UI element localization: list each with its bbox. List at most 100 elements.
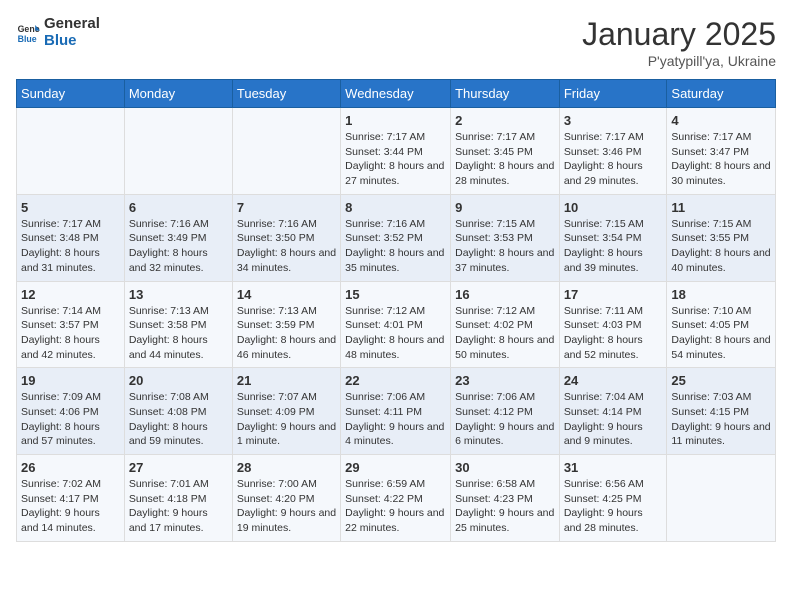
logo-blue: Blue xyxy=(44,33,100,50)
day-number: 24 xyxy=(564,373,663,388)
day-number: 12 xyxy=(21,287,120,302)
day-info: Sunrise: 7:17 AMSunset: 3:44 PMDaylight:… xyxy=(345,130,446,189)
day-number: 30 xyxy=(455,460,555,475)
day-cell: 4 Sunrise: 7:17 AMSunset: 3:47 PMDaylight… xyxy=(667,108,776,195)
day-info: Sunrise: 7:08 AMSunset: 4:08 PMDaylight:… xyxy=(129,390,228,449)
weekday-header-thursday: Thursday xyxy=(451,80,560,108)
weekday-header-row: SundayMondayTuesdayWednesdayThursdayFrid… xyxy=(17,80,776,108)
day-info: Sunrise: 7:12 AMSunset: 4:02 PMDaylight:… xyxy=(455,304,555,363)
day-cell: 19Sunrise: 7:09 AMSunset: 4:06 PMDayligh… xyxy=(17,368,125,455)
day-info: Sunrise: 6:59 AMSunset: 4:22 PMDaylight:… xyxy=(345,477,446,536)
weekday-header-saturday: Saturday xyxy=(667,80,776,108)
day-info: Sunrise: 7:13 AMSunset: 3:59 PMDaylight:… xyxy=(237,304,336,363)
logo-general: General xyxy=(44,16,100,33)
day-cell: 27Sunrise: 7:01 AMSunset: 4:18 PMDayligh… xyxy=(124,455,232,542)
weekday-header-tuesday: Tuesday xyxy=(232,80,340,108)
day-number: 13 xyxy=(129,287,228,302)
day-cell: 7 Sunrise: 7:16 AMSunset: 3:50 PMDaylight… xyxy=(232,194,340,281)
day-number: 25 xyxy=(671,373,771,388)
day-info: Sunrise: 7:17 AMSunset: 3:45 PMDaylight:… xyxy=(455,130,555,189)
day-number: 17 xyxy=(564,287,663,302)
day-number: 26 xyxy=(21,460,120,475)
day-cell: 2 Sunrise: 7:17 AMSunset: 3:45 PMDaylight… xyxy=(451,108,560,195)
day-number: 23 xyxy=(455,373,555,388)
day-info: Sunrise: 7:10 AMSunset: 4:05 PMDaylight:… xyxy=(671,304,771,363)
week-row-3: 12 Sunrise: 7:14 AMSunset: 3:57 PMDayligh… xyxy=(17,281,776,368)
page-header: General Blue General Blue January 2025 P… xyxy=(16,16,776,69)
day-info: Sunrise: 7:02 AMSunset: 4:17 PMDaylight:… xyxy=(21,477,120,536)
day-cell: 8 Sunrise: 7:16 AMSunset: 3:52 PMDaylight… xyxy=(341,194,451,281)
day-cell: 5 Sunrise: 7:17 AMSunset: 3:48 PMDaylight… xyxy=(17,194,125,281)
day-info: Sunrise: 7:03 AMSunset: 4:15 PMDaylight:… xyxy=(671,390,771,449)
day-cell: 6 Sunrise: 7:16 AMSunset: 3:49 PMDaylight… xyxy=(124,194,232,281)
day-number: 18 xyxy=(671,287,771,302)
day-cell: 14 Sunrise: 7:13 AMSunset: 3:59 PMDayligh… xyxy=(232,281,340,368)
day-number: 4 xyxy=(671,113,771,128)
day-cell: 15Sunrise: 7:12 AMSunset: 4:01 PMDayligh… xyxy=(341,281,451,368)
day-number: 14 xyxy=(237,287,336,302)
day-number: 11 xyxy=(671,200,771,215)
day-cell: 13 Sunrise: 7:13 AMSunset: 3:58 PMDayligh… xyxy=(124,281,232,368)
day-cell: 28Sunrise: 7:00 AMSunset: 4:20 PMDayligh… xyxy=(232,455,340,542)
day-cell xyxy=(667,455,776,542)
day-cell xyxy=(17,108,125,195)
day-number: 20 xyxy=(129,373,228,388)
day-info: Sunrise: 7:16 AMSunset: 3:52 PMDaylight:… xyxy=(345,217,446,276)
day-number: 10 xyxy=(564,200,663,215)
logo-icon: General Blue xyxy=(16,21,40,45)
day-number: 22 xyxy=(345,373,446,388)
svg-text:Blue: Blue xyxy=(18,33,37,43)
day-number: 8 xyxy=(345,200,446,215)
day-info: Sunrise: 7:16 AMSunset: 3:49 PMDaylight:… xyxy=(129,217,228,276)
week-row-1: 1 Sunrise: 7:17 AMSunset: 3:44 PMDaylight… xyxy=(17,108,776,195)
day-number: 2 xyxy=(455,113,555,128)
weekday-header-friday: Friday xyxy=(559,80,667,108)
day-info: Sunrise: 7:16 AMSunset: 3:50 PMDaylight:… xyxy=(237,217,336,276)
day-info: Sunrise: 7:14 AMSunset: 3:57 PMDaylight:… xyxy=(21,304,120,363)
week-row-5: 26 Sunrise: 7:02 AMSunset: 4:17 PMDayligh… xyxy=(17,455,776,542)
day-number: 7 xyxy=(237,200,336,215)
day-number: 5 xyxy=(21,200,120,215)
day-info: Sunrise: 7:17 AMSunset: 3:47 PMDaylight:… xyxy=(671,130,771,189)
day-cell: 22 Sunrise: 7:06 AMSunset: 4:11 PMDayligh… xyxy=(341,368,451,455)
day-info: Sunrise: 7:06 AMSunset: 4:12 PMDaylight:… xyxy=(455,390,555,449)
day-info: Sunrise: 7:04 AMSunset: 4:14 PMDaylight:… xyxy=(564,390,663,449)
day-cell: 10 Sunrise: 7:15 AMSunset: 3:54 PMDayligh… xyxy=(559,194,667,281)
day-info: Sunrise: 7:15 AMSunset: 3:53 PMDaylight:… xyxy=(455,217,555,276)
weekday-header-sunday: Sunday xyxy=(17,80,125,108)
day-number: 27 xyxy=(129,460,228,475)
day-cell xyxy=(232,108,340,195)
day-cell: 21Sunrise: 7:07 AMSunset: 4:09 PMDayligh… xyxy=(232,368,340,455)
day-info: Sunrise: 7:11 AMSunset: 4:03 PMDaylight:… xyxy=(564,304,663,363)
day-info: Sunrise: 7:06 AMSunset: 4:11 PMDaylight:… xyxy=(345,390,446,449)
day-cell xyxy=(124,108,232,195)
calendar-subtitle: P'yatypill'ya, Ukraine xyxy=(582,53,776,69)
day-info: Sunrise: 6:56 AMSunset: 4:25 PMDaylight:… xyxy=(564,477,663,536)
day-info: Sunrise: 7:15 AMSunset: 3:54 PMDaylight:… xyxy=(564,217,663,276)
day-cell: 29 Sunrise: 6:59 AMSunset: 4:22 PMDayligh… xyxy=(341,455,451,542)
day-cell: 26 Sunrise: 7:02 AMSunset: 4:17 PMDayligh… xyxy=(17,455,125,542)
week-row-2: 5 Sunrise: 7:17 AMSunset: 3:48 PMDaylight… xyxy=(17,194,776,281)
day-number: 3 xyxy=(564,113,663,128)
calendar-table: SundayMondayTuesdayWednesdayThursdayFrid… xyxy=(16,79,776,542)
day-info: Sunrise: 7:13 AMSunset: 3:58 PMDaylight:… xyxy=(129,304,228,363)
calendar-title: January 2025 xyxy=(582,16,776,53)
day-cell: 23 Sunrise: 7:06 AMSunset: 4:12 PMDayligh… xyxy=(451,368,560,455)
day-number: 1 xyxy=(345,113,446,128)
day-cell: 25 Sunrise: 7:03 AMSunset: 4:15 PMDayligh… xyxy=(667,368,776,455)
day-info: Sunrise: 7:17 AMSunset: 3:48 PMDaylight:… xyxy=(21,217,120,276)
logo: General Blue General Blue xyxy=(16,16,100,49)
day-cell: 24 Sunrise: 7:04 AMSunset: 4:14 PMDayligh… xyxy=(559,368,667,455)
day-cell: 1 Sunrise: 7:17 AMSunset: 3:44 PMDaylight… xyxy=(341,108,451,195)
day-cell: 3Sunrise: 7:17 AMSunset: 3:46 PMDaylight… xyxy=(559,108,667,195)
day-number: 6 xyxy=(129,200,228,215)
day-cell: 11Sunrise: 7:15 AMSunset: 3:55 PMDayligh… xyxy=(667,194,776,281)
day-cell: 18 Sunrise: 7:10 AMSunset: 4:05 PMDayligh… xyxy=(667,281,776,368)
day-info: Sunrise: 7:09 AMSunset: 4:06 PMDaylight:… xyxy=(21,390,120,449)
title-block: January 2025 P'yatypill'ya, Ukraine xyxy=(582,16,776,69)
day-cell: 12 Sunrise: 7:14 AMSunset: 3:57 PMDayligh… xyxy=(17,281,125,368)
day-info: Sunrise: 7:12 AMSunset: 4:01 PMDaylight:… xyxy=(345,304,446,363)
day-number: 29 xyxy=(345,460,446,475)
week-row-4: 19Sunrise: 7:09 AMSunset: 4:06 PMDayligh… xyxy=(17,368,776,455)
day-cell: 16Sunrise: 7:12 AMSunset: 4:02 PMDayligh… xyxy=(451,281,560,368)
